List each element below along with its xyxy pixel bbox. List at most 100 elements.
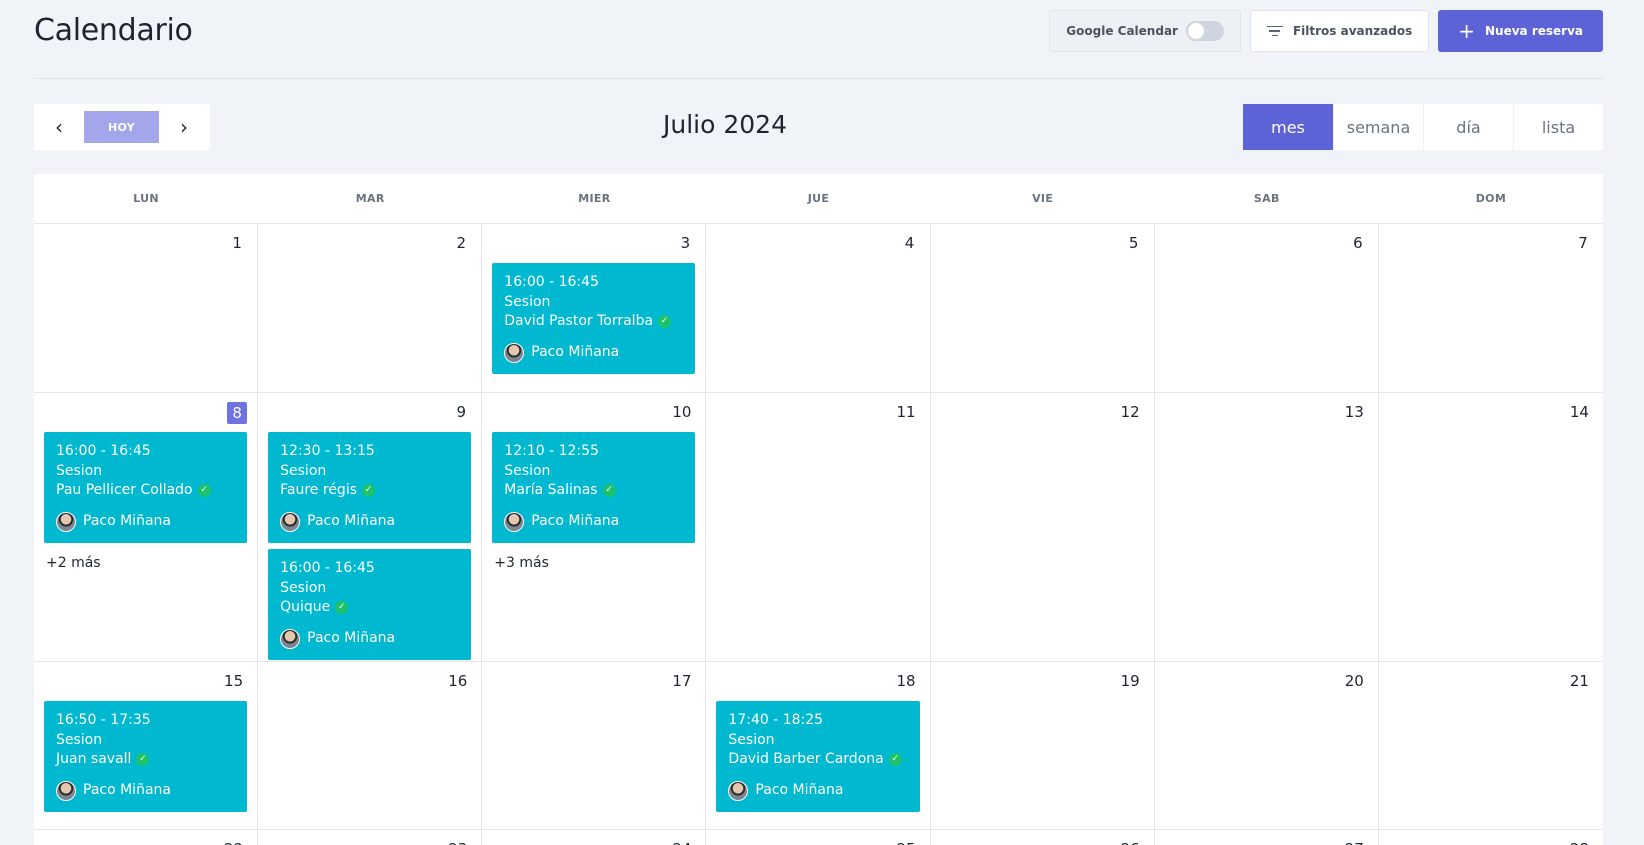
- day-cell[interactable]: 8 16:00 - 16:45 Sesion Pau Pellicer Collado…: [34, 393, 259, 666]
- day-number: 27: [1165, 839, 1368, 845]
- staff-avatar: [280, 628, 301, 649]
- day-number-label: 18: [896, 672, 916, 690]
- day-number-label: 11: [896, 403, 916, 421]
- event-time: 12:10 - 12:55: [504, 443, 599, 459]
- weekday-label: SAB: [1253, 192, 1280, 205]
- day-cell[interactable]: 9 12:30 - 13:15 Sesion Faure régis ✓ Paco Miñ…: [258, 393, 483, 666]
- day-cell[interactable]: 27: [1155, 830, 1379, 845]
- day-number-label: 24: [668, 839, 695, 845]
- new-booking-label: Nueva reserva: [1485, 24, 1583, 38]
- confirmed-check-icon: ✓: [136, 753, 150, 767]
- view-month-button[interactable]: mes: [1243, 104, 1333, 150]
- event-type: Sesion: [280, 579, 327, 596]
- day-cell[interactable]: 20: [1155, 662, 1379, 829]
- day-cell[interactable]: 13: [1155, 393, 1379, 666]
- confirmed-check-icon: ✓: [362, 484, 376, 498]
- day-number-label: 16: [448, 672, 468, 690]
- new-booking-button[interactable]: + Nueva reserva: [1438, 10, 1603, 52]
- day-cell[interactable]: 15 16:50 - 17:35 Sesion Juan savall ✓ Paco Mi…: [34, 662, 259, 829]
- day-cell[interactable]: 5: [931, 224, 1155, 392]
- event-client: Juan savall ✓: [56, 750, 235, 770]
- event-card[interactable]: 12:10 - 12:55 Sesion María Salinas ✓ Paco Mi…: [492, 432, 696, 543]
- day-number: 1: [44, 233, 247, 255]
- day-number-label: 1: [232, 234, 242, 252]
- event-card[interactable]: 17:40 - 18:25 Sesion David Barber Cardona ✓…: [716, 701, 920, 812]
- google-calendar-toggle[interactable]: [1185, 21, 1224, 41]
- event-card[interactable]: 16:50 - 17:35 Sesion Juan savall ✓ Paco Miña…: [44, 701, 248, 812]
- view-day-button[interactable]: día: [1423, 104, 1513, 150]
- day-number-label: 23: [444, 839, 471, 845]
- view-week-button[interactable]: semana: [1333, 104, 1423, 150]
- day-number-label: 5: [1128, 234, 1139, 252]
- day-cell[interactable]: 17: [482, 662, 707, 829]
- day-number: 21: [1389, 671, 1593, 693]
- day-cell[interactable]: 11: [706, 393, 931, 666]
- week-row: 15 16:50 - 17:35 Sesion Juan savall ✓ Paco Mi…: [34, 662, 1603, 830]
- event-time: 17:40 - 18:25: [728, 712, 824, 728]
- event-card[interactable]: 16:00 - 16:45 Sesion David Pastor Torralba…: [492, 263, 696, 374]
- day-cell[interactable]: 1: [34, 224, 259, 392]
- week-row: 1 2 3 16:00 - 16:45 Sesion David Pastor Torra…: [34, 224, 1603, 393]
- day-cell[interactable]: 18 17:40 - 18:25 Sesion David Barber Cardon…: [706, 662, 931, 829]
- client-name: María Salinas: [504, 482, 598, 498]
- event-staff: Paco Miñana: [56, 511, 235, 532]
- day-number-label: 20: [1344, 672, 1364, 690]
- day-number: 4: [716, 233, 919, 255]
- day-number-label: 25: [892, 839, 919, 845]
- event-type: Sesion: [56, 462, 103, 479]
- day-cell[interactable]: 21: [1379, 662, 1603, 829]
- day-number-label: 13: [1344, 403, 1364, 421]
- day-cell[interactable]: 26: [931, 830, 1155, 845]
- day-number-label: 17: [672, 672, 692, 690]
- day-number-label: 21: [1569, 672, 1589, 690]
- event-staff: Paco Miñana: [280, 511, 459, 532]
- day-number: 16: [268, 671, 471, 693]
- event-card[interactable]: 16:00 - 16:45 Sesion Quique ✓ Paco Miñana: [268, 549, 472, 660]
- staff-avatar: [504, 342, 525, 363]
- day-number-label: 6: [1353, 234, 1363, 252]
- day-cell[interactable]: 25: [706, 830, 931, 845]
- event-type: Sesion: [280, 462, 327, 479]
- staff-avatar: [728, 780, 749, 801]
- day-cell[interactable]: 4: [706, 224, 931, 392]
- event-type: Sesion: [504, 293, 551, 310]
- event-client: David Barber Cardona ✓: [728, 750, 907, 770]
- day-cell[interactable]: 19: [931, 662, 1155, 829]
- advanced-filters-button[interactable]: Filtros avanzados: [1249, 10, 1430, 52]
- more-events-link[interactable]: +3 más: [492, 549, 695, 577]
- day-number: 14: [1389, 402, 1593, 424]
- day-cell[interactable]: 23: [258, 830, 483, 845]
- day-number: 18: [716, 671, 919, 693]
- day-number: 17: [492, 671, 695, 693]
- day-cell[interactable]: 28: [1379, 830, 1603, 845]
- day-number: 11: [716, 402, 919, 424]
- confirmed-check-icon: ✓: [602, 484, 616, 498]
- staff-name: Paco Miñana: [755, 781, 844, 798]
- more-events-link[interactable]: +2 más: [44, 549, 247, 577]
- day-cell[interactable]: 10 12:10 - 12:55 Sesion María Salinas ✓ Paco …: [482, 393, 707, 666]
- advanced-filters-label: Filtros avanzados: [1292, 24, 1413, 38]
- event-card[interactable]: 16:00 - 16:45 Sesion Pau Pellicer Collado ✓…: [44, 432, 248, 543]
- event-time: 16:00 - 16:45: [280, 560, 375, 576]
- day-number-label: 12: [1120, 403, 1140, 421]
- day-cell[interactable]: 7: [1379, 224, 1603, 392]
- view-list-button[interactable]: lista: [1513, 104, 1603, 150]
- toggle-knob: [1187, 23, 1204, 39]
- day-cell[interactable]: 6: [1155, 224, 1379, 392]
- event-card[interactable]: 12:30 - 13:15 Sesion Faure régis ✓ Paco Miña…: [268, 432, 472, 543]
- day-cell[interactable]: 22: [34, 830, 259, 845]
- event-type: Sesion: [504, 462, 551, 479]
- day-number-label: 3: [680, 234, 691, 252]
- event-client: Pau Pellicer Collado ✓: [56, 481, 235, 501]
- day-cell[interactable]: 12: [931, 393, 1155, 666]
- day-cell[interactable]: 2: [258, 224, 483, 392]
- filter-icon: [1266, 25, 1283, 37]
- day-cell[interactable]: 16: [258, 662, 483, 829]
- day-cell[interactable]: 24: [482, 830, 707, 845]
- staff-name: Paco Miñana: [531, 343, 620, 360]
- staff-name: Paco Miñana: [83, 512, 171, 529]
- day-cell[interactable]: 3 16:00 - 16:45 Sesion David Pastor Torralb…: [482, 224, 707, 392]
- staff-name: Paco Miñana: [307, 629, 396, 646]
- day-cell[interactable]: 14: [1379, 393, 1603, 666]
- day-number: 3: [492, 233, 695, 255]
